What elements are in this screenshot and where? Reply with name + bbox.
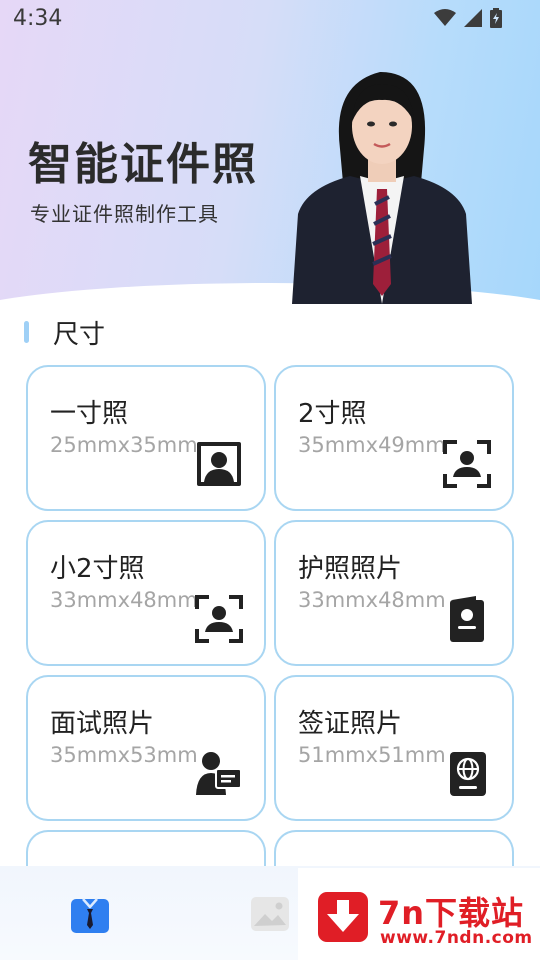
card-passport[interactable]: 护照照片 33mmx48mm: [274, 520, 514, 666]
id-photo-tab-icon[interactable]: [70, 896, 110, 934]
card-size: 25mmx35mm: [50, 433, 198, 457]
status-bar: 4:34: [0, 0, 540, 38]
section-label: 尺寸: [53, 319, 106, 350]
card-title: 护照照片: [298, 554, 403, 584]
hero-title: 智能证件照: [28, 139, 258, 190]
card-partial-right[interactable]: [274, 830, 514, 870]
visa-globe-icon: [450, 752, 486, 796]
face-scan-icon: [195, 595, 243, 643]
hero-banner: 4:34 智能证件照 专业证件照制作工具: [0, 0, 540, 305]
watermark-overlay: 7n下载站 www.7ndn.com: [298, 868, 540, 960]
card-size: 35mmx53mm: [50, 743, 198, 767]
card-size: 33mmx48mm: [298, 588, 446, 612]
card-visa[interactable]: 签证照片 51mmx51mm: [274, 675, 514, 821]
card-title: 面试照片: [50, 709, 155, 739]
card-small-two-inch[interactable]: 小2寸照 33mmx48mm: [26, 520, 266, 666]
card-one-inch[interactable]: 一寸照 25mmx35mm: [26, 365, 266, 511]
hero-subtitle: 专业证件照制作工具: [30, 202, 219, 226]
portrait-frame-icon: [197, 442, 241, 486]
section-accent-bar: [24, 321, 29, 343]
interview-icon: [196, 752, 242, 795]
card-title: 2寸照: [298, 399, 367, 429]
card-size: 33mmx48mm: [50, 588, 198, 612]
status-time: 4:34: [13, 6, 63, 31]
wifi-icon: [434, 9, 456, 26]
passport-photo-icon: [450, 596, 484, 642]
download-logo-icon: [318, 892, 368, 942]
card-title: 一寸照: [50, 399, 129, 429]
card-size: 51mmx51mm: [298, 743, 446, 767]
status-icons: [434, 8, 502, 28]
card-interview[interactable]: 面试照片 35mmx53mm: [26, 675, 266, 821]
section-header: 尺寸: [24, 312, 105, 352]
card-partial-left[interactable]: [26, 830, 266, 870]
album-tab-icon[interactable]: [250, 896, 290, 932]
battery-icon: [490, 8, 502, 28]
face-scan-icon: [443, 440, 491, 488]
size-grid: 一寸照 25mmx35mm 2寸照 35mmx49mm 小2寸照 33mmx48…: [26, 365, 514, 870]
card-title: 小2寸照: [50, 554, 145, 584]
card-size: 35mmx49mm: [298, 433, 446, 457]
card-two-inch[interactable]: 2寸照 35mmx49mm: [274, 365, 514, 511]
model-portrait-image: [292, 72, 472, 304]
signal-icon: [464, 9, 482, 27]
card-title: 签证照片: [298, 709, 403, 739]
watermark-url: www.7ndn.com: [380, 928, 533, 948]
